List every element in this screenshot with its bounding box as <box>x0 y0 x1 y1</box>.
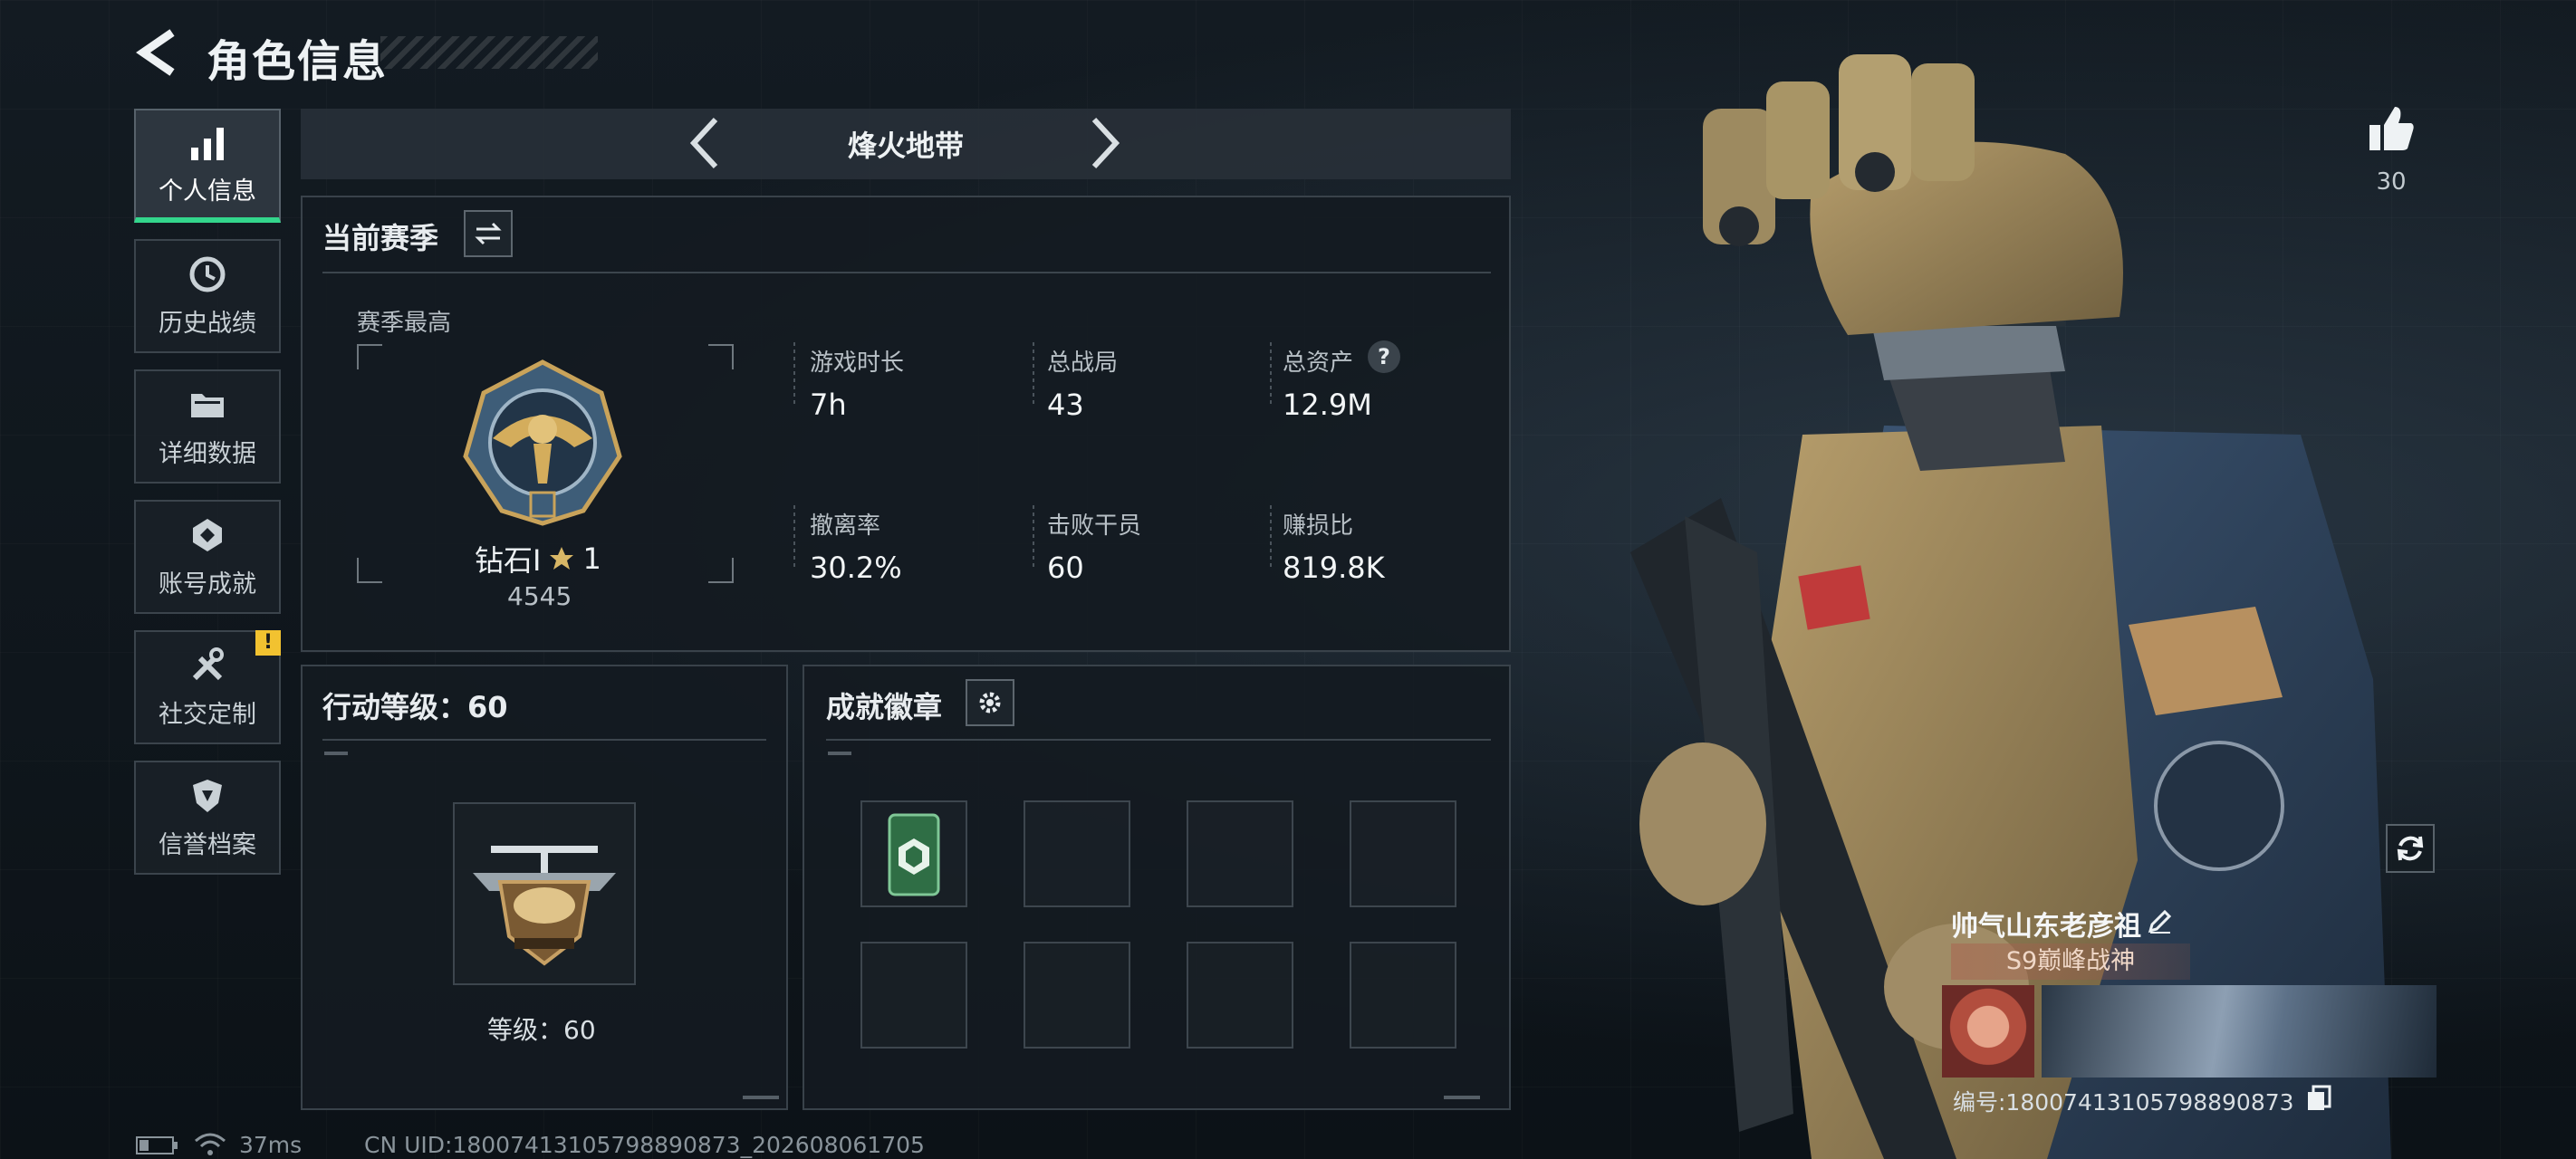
stat-divider <box>1033 505 1034 569</box>
frame-corner <box>708 344 734 369</box>
copy-icon[interactable] <box>2306 1085 2331 1112</box>
player-title-tag: S9巅峰战神 <box>1951 943 2190 980</box>
frame-corner <box>708 558 734 583</box>
sidebar-item-label: 账号成就 <box>159 570 256 599</box>
stat-value-play-time: 7h <box>810 388 847 422</box>
rank-label: 钻石Ⅰ 1 <box>475 538 601 580</box>
stat-divider <box>793 505 795 569</box>
sidebar-item-social-customization[interactable]: 社交定制 ! <box>134 630 281 744</box>
sidebar-item-label: 详细数据 <box>159 439 256 468</box>
achievement-badge-icon <box>193 518 222 551</box>
badge-slot-filled[interactable] <box>860 800 967 907</box>
folder-icon <box>191 393 224 417</box>
stat-divider <box>1270 505 1272 569</box>
stat-value-total-assets: 12.9M <box>1283 388 1372 422</box>
switch-season-button[interactable] <box>464 210 513 257</box>
decoration <box>1444 1096 1480 1099</box>
sidebar-item-label: 历史战绩 <box>159 309 256 338</box>
battery-icon <box>136 1136 178 1154</box>
bar-chart-icon <box>191 127 224 160</box>
sidebar-item-label: 社交定制 <box>159 700 256 729</box>
mode-name: 烽火地带 <box>847 129 964 163</box>
avatar[interactable] <box>1942 985 2034 1078</box>
action-level-heading: 行动等级：60 <box>322 690 508 724</box>
sidebar-item-detailed-data[interactable]: 详细数据 <box>134 369 281 484</box>
stat-value-profit-loss-ratio: 819.8K <box>1283 551 1385 585</box>
stat-value-total-matches: 43 <box>1047 388 1084 422</box>
badge-settings-button[interactable] <box>966 679 1014 726</box>
stat-label-total-matches: 总战局 <box>1047 350 1119 377</box>
refresh-icon <box>2397 836 2424 861</box>
gear-icon <box>979 692 1001 714</box>
sidebar-item-label: 信誉档案 <box>159 830 256 859</box>
stat-label-total-assets: 总资产 <box>1283 350 1354 377</box>
status-uid: CN UID:18007413105798890873_202608061705 <box>364 1132 925 1158</box>
edit-pencil-icon[interactable] <box>2147 907 2174 934</box>
badge-slot-empty[interactable] <box>860 942 967 1049</box>
ping-text: 37ms <box>239 1132 303 1158</box>
badge-slot-empty[interactable] <box>1350 800 1456 907</box>
namecard-banner[interactable] <box>2042 985 2437 1078</box>
rank-name: 钻石Ⅰ <box>475 543 542 578</box>
decoration <box>828 752 851 755</box>
help-icon[interactable]: ? <box>1368 340 1400 373</box>
chevron-right-icon[interactable] <box>1087 116 1123 170</box>
rank-stars: 1 <box>582 541 601 576</box>
season-heading: 当前赛季 <box>322 221 439 255</box>
tools-icon <box>192 647 224 680</box>
wifi-icon <box>195 1133 226 1155</box>
season-best-label: 赛季最高 <box>357 310 452 337</box>
stat-label-extraction-rate: 撤离率 <box>810 512 881 540</box>
star-icon <box>550 547 574 570</box>
rank-points: 4545 <box>507 581 572 611</box>
swap-icon <box>475 222 502 245</box>
badge-slot-empty[interactable] <box>1187 942 1293 1049</box>
sidebar-item-history[interactable]: 历史战绩 <box>134 239 281 353</box>
achievement-badges-heading: 成就徽章 <box>826 690 943 724</box>
stat-label-play-time: 游戏时长 <box>810 350 905 377</box>
diamond-rank-emblem-icon <box>463 359 622 526</box>
back-arrow-icon[interactable] <box>136 27 181 78</box>
stat-label-operators-defeated: 击败干员 <box>1047 512 1142 540</box>
stat-value-operators-defeated: 60 <box>1047 551 1084 585</box>
page-title: 角色信息 <box>207 36 389 87</box>
decoration <box>324 752 348 755</box>
refresh-button[interactable] <box>2386 824 2435 873</box>
stat-divider <box>1270 342 1272 406</box>
stat-label-profit-loss-ratio: 赚损比 <box>1283 512 1354 540</box>
section-divider <box>322 739 766 741</box>
sidebar-item-reputation-file[interactable]: 信誉档案 <box>134 761 281 875</box>
badge-slot-empty[interactable] <box>1024 800 1130 907</box>
warning-badge: ! <box>255 630 281 656</box>
frame-corner <box>357 558 382 583</box>
helicopter-emblem-icon <box>473 846 616 966</box>
player-uid: 编号:18007413105798890873 <box>1953 1089 2294 1116</box>
action-level-text: 等级：60 <box>487 1015 596 1045</box>
stat-value-extraction-rate: 30.2% <box>810 551 902 585</box>
green-hexagon-badge-icon <box>888 813 940 896</box>
frame-corner <box>357 344 382 369</box>
stat-divider <box>793 342 795 406</box>
chevron-left-icon[interactable] <box>687 116 723 170</box>
badge-slot-empty[interactable] <box>1024 942 1130 1049</box>
player-name: 帅气山东老彦祖 <box>1951 911 2141 943</box>
sidebar-item-personal-info[interactable]: 个人信息 <box>134 109 281 223</box>
stat-divider <box>1033 342 1034 406</box>
sidebar-item-label: 个人信息 <box>159 177 256 206</box>
badge-slot-empty[interactable] <box>1350 942 1456 1049</box>
like-count: 30 <box>2376 168 2407 196</box>
shield-icon <box>193 779 222 812</box>
section-divider <box>322 272 1491 273</box>
badge-slot-empty[interactable] <box>1187 800 1293 907</box>
thumbs-up-icon[interactable] <box>2366 103 2417 154</box>
history-clock-icon <box>189 256 226 292</box>
title-decoration <box>380 36 598 69</box>
section-divider <box>826 739 1491 741</box>
decoration <box>743 1096 779 1099</box>
sidebar-item-account-achievements[interactable]: 账号成就 <box>134 500 281 614</box>
